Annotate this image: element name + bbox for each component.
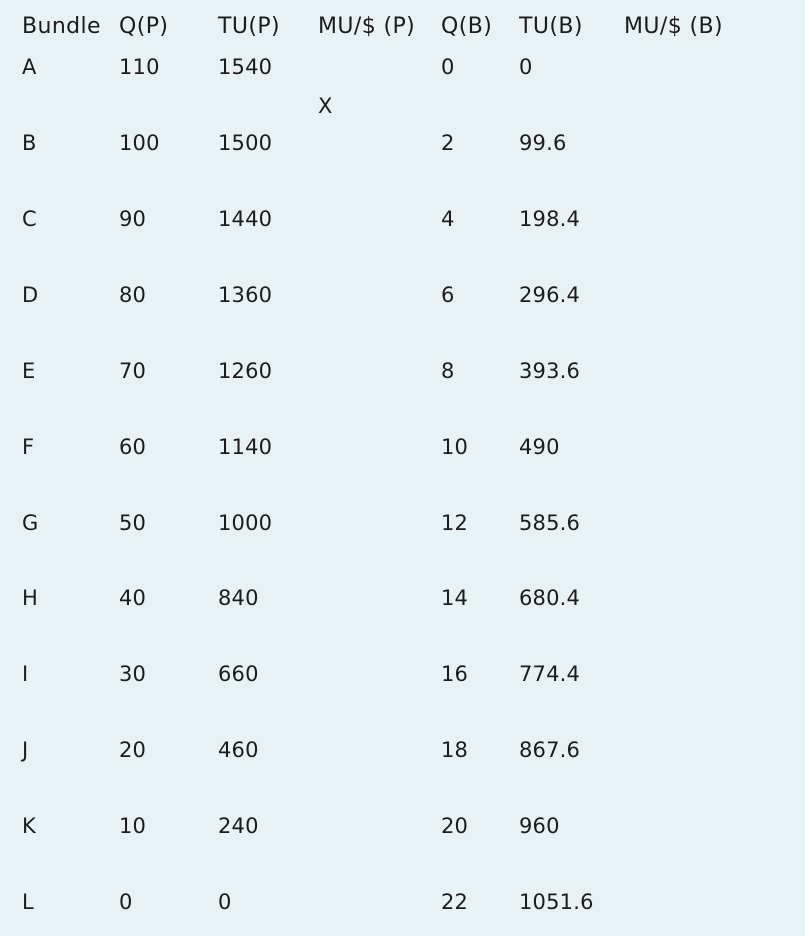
table-cell-qb: 16	[441, 662, 469, 686]
header-quantity-b: Q(B)	[441, 14, 493, 39]
table-cell-qp: 20	[119, 738, 147, 762]
table-cell-qp: 100	[119, 131, 160, 155]
table-cell-tub: 296.4	[519, 283, 581, 307]
table-cell-tub: 585.6	[519, 511, 581, 535]
header-bundle: Bundle	[22, 14, 101, 39]
table-cell-tup: 1260	[218, 359, 273, 383]
table-cell-tub: 490	[519, 435, 560, 459]
table-cell-bundle: A	[22, 55, 37, 79]
table-cell-bundle: C	[22, 207, 37, 231]
table-cell-qb: 0	[441, 55, 455, 79]
table-cell-tup: 1540	[218, 55, 273, 79]
table-cell-qp: 70	[119, 359, 147, 383]
table-cell-bundle: F	[22, 435, 35, 459]
table-cell-bundle: K	[22, 814, 36, 838]
table-cell-qb: 22	[441, 890, 469, 914]
header-total-utility-b: TU(B)	[519, 14, 583, 39]
table-cell-bundle: I	[22, 662, 29, 686]
header-mu-per-dollar-p: MU/$ (P)	[318, 14, 416, 39]
table-cell-qp: 60	[119, 435, 147, 459]
table-cell-tub: 393.6	[519, 359, 581, 383]
table-cell-tup: 460	[218, 738, 259, 762]
header-quantity-p: Q(P)	[119, 14, 169, 39]
table-cell-qp: 80	[119, 283, 147, 307]
table-cell-tub: 198.4	[519, 207, 581, 231]
table-cell-qb: 20	[441, 814, 469, 838]
table-cell-bundle: J	[22, 738, 29, 762]
table-cell-qb: 6	[441, 283, 455, 307]
table-cell-tub: 774.4	[519, 662, 581, 686]
header-total-utility-p: TU(P)	[218, 14, 280, 39]
table-cell-tup: 1140	[218, 435, 273, 459]
table-cell-tub: 1051.6	[519, 890, 594, 914]
utility-table: Bundle Q(P) TU(P) MU/$ (P) Q(B) TU(B) MU…	[0, 0, 805, 936]
table-cell-tup: 660	[218, 662, 259, 686]
table-cell-qb: 18	[441, 738, 469, 762]
table-cell-qp: 10	[119, 814, 147, 838]
table-cell-qb: 10	[441, 435, 469, 459]
table-cell-tup: 1500	[218, 131, 273, 155]
table-cell-bundle: H	[22, 586, 38, 610]
table-cell-tub: 960	[519, 814, 560, 838]
table-cell-bundle: D	[22, 283, 39, 307]
table-cell-tup: 0	[218, 890, 232, 914]
table-cell-tup: 1000	[218, 511, 273, 535]
table-cell-qp: 30	[119, 662, 147, 686]
table-cell-qp: 50	[119, 511, 147, 535]
table-cell-bundle: E	[22, 359, 36, 383]
table-cell-qb: 12	[441, 511, 469, 535]
table-cell-qb: 2	[441, 131, 455, 155]
header-mu-per-dollar-b: MU/$ (B)	[624, 14, 723, 39]
table-cell-qb: 4	[441, 207, 455, 231]
table-cell-qp: 40	[119, 586, 147, 610]
table-cell-tub: 867.6	[519, 738, 581, 762]
table-cell-tub: 99.6	[519, 131, 567, 155]
table-cell-tup: 1360	[218, 283, 273, 307]
table-cell-tub: 0	[519, 55, 533, 79]
table-cell-qb: 8	[441, 359, 455, 383]
table-cell-bundle: L	[22, 890, 34, 914]
table-cell-qb: 14	[441, 586, 469, 610]
mu-marker: X	[318, 94, 333, 118]
table-cell-qp: 90	[119, 207, 147, 231]
table-cell-bundle: B	[22, 131, 37, 155]
table-cell-tub: 680.4	[519, 586, 581, 610]
table-cell-bundle: G	[22, 511, 39, 535]
table-cell-qp: 110	[119, 55, 160, 79]
table-cell-tup: 1440	[218, 207, 273, 231]
table-cell-qp: 0	[119, 890, 133, 914]
table-cell-tup: 240	[218, 814, 259, 838]
table-cell-tup: 840	[218, 586, 259, 610]
